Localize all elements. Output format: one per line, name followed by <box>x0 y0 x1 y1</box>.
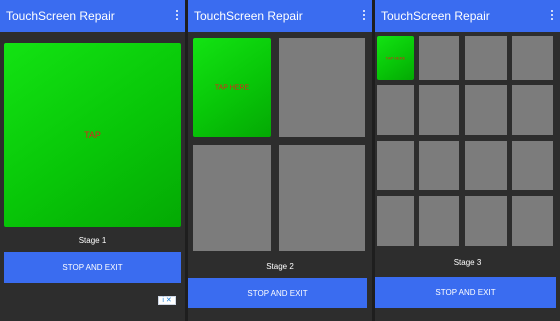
tap-target[interactable]: TAP HERE <box>193 38 271 137</box>
tap-label: TAP HERE <box>214 84 250 91</box>
more-vert-icon[interactable] <box>175 10 179 22</box>
tap-target[interactable]: TAP HERE <box>377 36 414 80</box>
app-title: TouchScreen Repair <box>381 9 490 23</box>
app-bar: TouchScreen Repair <box>375 0 560 32</box>
stop-and-exit-button[interactable]: STOP AND EXIT <box>375 277 556 308</box>
grid-cell <box>279 145 365 251</box>
stop-and-exit-button[interactable]: STOP AND EXIT <box>188 278 367 308</box>
stage-label: Stage 3 <box>453 258 482 267</box>
grid-cell <box>512 141 553 190</box>
app-title: TouchScreen Repair <box>6 9 115 23</box>
grid-cell <box>419 141 459 190</box>
stage-label: Stage 2 <box>266 262 294 271</box>
grid-cell <box>377 85 414 135</box>
grid-cell <box>465 196 507 246</box>
grid-cell <box>512 196 553 246</box>
grid-cell <box>465 85 507 135</box>
grid-cell <box>193 145 271 251</box>
stage-label: Stage 1 <box>78 236 107 245</box>
grid-cell <box>419 196 459 246</box>
grid-cell <box>419 36 459 80</box>
app-title: TouchScreen Repair <box>194 9 303 23</box>
grid-cell <box>512 36 553 80</box>
ad-choices-icon[interactable]: i ✕ <box>158 296 176 305</box>
grid-cell <box>512 85 553 135</box>
more-vert-icon[interactable] <box>550 10 554 22</box>
screen-stage-3: TouchScreen Repair TAP HERE Stage 3 STOP… <box>375 0 560 321</box>
screen-stage-1: TouchScreen Repair TAP Stage 1 STOP AND … <box>0 0 185 321</box>
tap-target[interactable]: TAP <box>4 43 181 227</box>
more-vert-icon[interactable] <box>362 10 366 22</box>
tap-label: TAP HERE <box>385 55 406 61</box>
app-bar: TouchScreen Repair <box>0 0 185 32</box>
grid-cell <box>377 141 414 190</box>
stop-and-exit-button[interactable]: STOP AND EXIT <box>4 252 181 283</box>
app-bar: TouchScreen Repair <box>188 0 372 32</box>
tap-label: TAP <box>84 130 101 140</box>
grid-cell <box>279 38 365 137</box>
grid-cell <box>465 36 507 80</box>
grid-cell <box>465 141 507 190</box>
grid-cell <box>419 85 459 135</box>
grid-cell <box>377 196 414 246</box>
screen-stage-2: TouchScreen Repair TAP HERE Stage 2 STOP… <box>188 0 372 321</box>
